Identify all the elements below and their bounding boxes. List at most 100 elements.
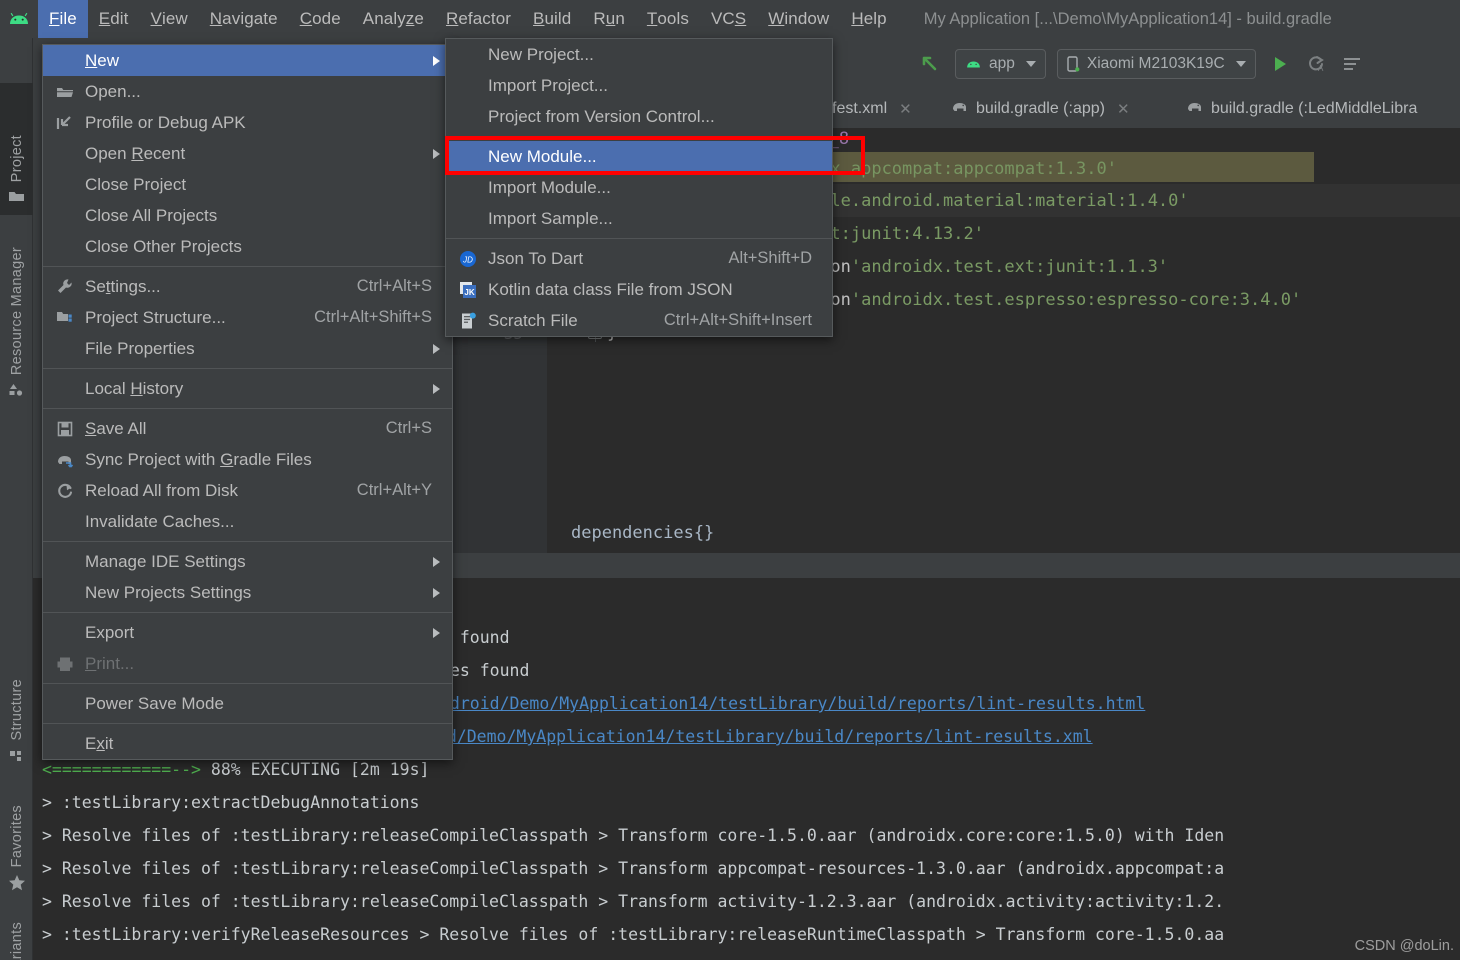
gradle-elephant-icon [951,100,968,119]
run-icon[interactable] [1265,49,1295,79]
module-selector[interactable]: app [955,49,1046,79]
file-menu-item-power-save-mode[interactable]: Power Save Mode [43,688,452,719]
menu-separator [43,541,452,542]
submenu-arrow-icon [433,148,440,159]
menu-item-label: Print... [85,653,135,673]
resource-icon [8,382,25,400]
menubar-item-build[interactable]: Build [522,0,582,38]
menubar-item-analyze[interactable]: Analy z e [352,0,435,38]
console-line: > Resolve files of :testLibrary:releaseC… [42,826,1225,845]
menu-item-label: Open... [85,81,141,101]
wrench-icon [55,277,75,297]
new-submenu-item-project-from-version-control[interactable]: Project from Version Control... [446,101,832,132]
file-menu-item-profile-or-debug-apk[interactable]: Profile or Debug APK [43,107,452,138]
menu-item-label: File Properties [85,338,195,358]
console-line[interactable]: ndroid/Demo/MyApplication14/testLibrary/… [440,694,1145,713]
menu-item-label: Scratch File [488,310,578,330]
new-submenu-item-new-project[interactable]: New Project... [446,39,832,70]
menubar-item-window[interactable]: Window [757,0,840,38]
sidebar-item-project[interactable]: Project [0,83,33,215]
apply-changes-icon[interactable]: A [1301,49,1331,79]
sidebar-item-favorites[interactable]: Favorites [0,783,33,903]
file-menu-item-open[interactable]: Open... [43,76,452,107]
menubar-item-help[interactable]: Help [840,0,897,38]
editor-tab-build-gradle-app[interactable]: build.gradle (:app) ✕ [945,90,1136,128]
submenu-arrow-icon [433,587,440,598]
menu-item-label: Close Other Projects [85,236,242,256]
file-menu-item-open-recent[interactable]: Open Recent [43,138,452,169]
menubar-item-tools[interactable]: Tools [636,0,700,38]
menu-item-shortcut: Ctrl+Alt+Shift+S [314,308,432,326]
file-menu-item-new[interactable]: New [43,45,452,76]
sidebar-item-structure[interactable]: Structure [0,646,33,774]
android-studio-window: File Edit View Navigate Code Analy z e Refactor B… [0,0,1460,960]
new-submenu-item-json-to-dart[interactable]: JD Json To Dart Alt+Shift+D [446,243,832,274]
file-menu-item-local-history[interactable]: Local History [43,373,452,404]
menu-item-label: Local History [85,378,184,398]
file-menu-item-invalidate-caches[interactable]: Invalidate Caches... [43,506,452,537]
close-icon[interactable]: ✕ [899,100,912,118]
more-icon[interactable] [1337,49,1367,79]
device-selector[interactable]: Xiaomi M2103K19C [1056,49,1256,79]
file-menu-item-reload-all-from-disk[interactable]: Reload All from Disk Ctrl+Alt+Y [43,475,452,506]
menu-item-label: Project from Version Control... [488,106,715,126]
kotlin-json-icon: JK [458,280,478,300]
new-submenu-item-import-sample[interactable]: Import Sample... [446,203,832,234]
menu-separator [43,368,452,369]
new-submenu-item-kotlin-data-class-file-from-json[interactable]: JK Kotlin data class File from JSON [446,274,832,305]
back-arrow-icon[interactable] [915,49,945,79]
file-menu-item-settings[interactable]: Settings... Ctrl+Alt+S [43,271,452,302]
editor-tab-build-gradle-lib[interactable]: build.gradle (:LedMiddleLibra [1180,90,1423,128]
menubar-item-vcs[interactable]: VC S [700,0,757,38]
code-token-string: 'androidx.test.espresso:espresso-core:3.… [850,289,1302,310]
new-submenu-popup[interactable]: New Project... Import Project... Project f… [445,38,833,337]
sidebar-item-label: Resource Manager [8,246,25,375]
menu-item-shortcut: Ctrl+Alt+Shift+Insert [663,311,812,329]
file-menu-item-close-other-projects[interactable]: Close Other Projects [43,231,452,262]
menu-item-label: Save All [85,418,147,438]
file-menu-item-project-structure[interactable]: Project Structure... Ctrl+Alt+Shift+S [43,302,452,333]
file-menu-item-export[interactable]: Export [43,617,452,648]
submenu-arrow-icon [433,556,440,567]
menu-item-label: New [85,50,120,70]
menu-item-label: New Module... [488,146,597,166]
menu-item-shortcut: Ctrl+S [385,419,432,437]
menubar-item-code[interactable]: Code [289,0,352,38]
submenu-arrow-icon [433,627,440,638]
new-submenu-item-import-module[interactable]: Import Module... [446,172,832,203]
menu-item-label: Profile or Debug APK [85,112,246,132]
file-menu-item-save-all[interactable]: Save All Ctrl+S [43,413,452,444]
menubar-item-refactor[interactable]: Refactor [435,0,522,38]
window-title: My Application [...\Demo\MyApplication14… [923,9,1332,28]
file-menu-item-sync-project-with-gradle-files[interactable]: Sync Project with Gradle Files [43,444,452,475]
close-icon[interactable]: ✕ [1117,100,1130,118]
new-submenu-item-import-project[interactable]: Import Project... [446,70,832,101]
device-selector-label: Xiaomi M2103K19C [1086,55,1225,72]
file-menu-item-close-project[interactable]: Close Project [43,169,452,200]
new-submenu-item-new-module[interactable]: New Module... [446,141,832,172]
sidebar-item-label: Project [8,134,25,182]
file-menu-item-close-all-projects[interactable]: Close All Projects [43,200,452,231]
file-menu-item-new-projects-settings[interactable]: New Projects Settings [43,577,452,608]
menubar-item-navigate[interactable]: Navigate [199,0,289,38]
menubar-item-view[interactable]: View [140,0,199,38]
menu-item-label: Import Project... [488,75,608,95]
menubar-item-file[interactable]: File [38,0,88,38]
file-menu-item-file-properties[interactable]: File Properties [43,333,452,364]
sidebar-item-resource-manager[interactable]: Resource Manager [0,218,33,408]
menu-item-label: Export [85,622,135,642]
file-menu-item-exit[interactable]: Exit [43,728,452,759]
menubar-item-run[interactable]: Run [582,0,636,38]
menu-separator [43,408,452,409]
code-token-plain: dependencies{} [571,522,715,543]
phone-icon [1067,55,1080,73]
new-submenu-item-scratch-file[interactable]: Scratch File Ctrl+Alt+Shift+Insert [446,305,832,336]
menu-item-label: Kotlin data class File from JSON [488,279,733,299]
menu-item-label: Close All Projects [85,205,218,225]
file-menu-popup[interactable]: New Open... Profile or Debug APK Open Recen… [42,44,453,760]
menubar-item-edit[interactable]: Edit [88,0,140,38]
file-menu-item-print[interactable]: Print... [43,648,452,679]
file-menu-item-manage-ide-settings[interactable]: Manage IDE Settings [43,546,452,577]
menu-item-shortcut: Ctrl+Alt+Y [356,481,432,499]
sidebar-item-build-variants[interactable]: uild Variants [0,910,33,960]
